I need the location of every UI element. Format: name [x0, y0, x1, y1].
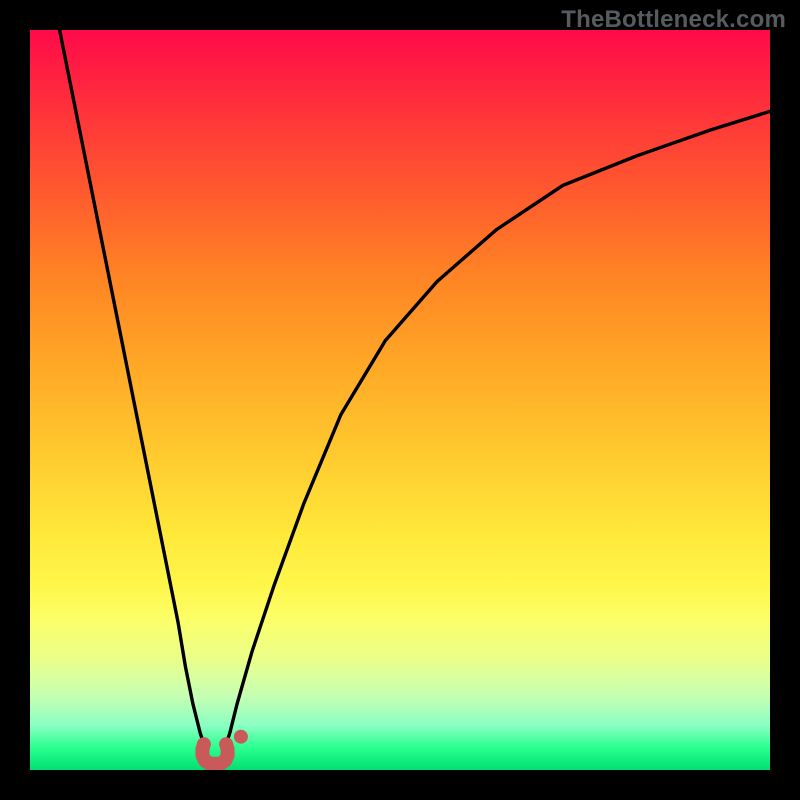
chart-svg	[30, 30, 770, 770]
left-branch-curve	[60, 30, 204, 744]
right-branch-curve	[226, 111, 770, 744]
outer-frame: TheBottleneck.com	[0, 0, 800, 800]
minimum-dot-marker	[234, 730, 248, 744]
minimum-u-marker	[202, 744, 227, 764]
plot-area	[30, 30, 770, 770]
